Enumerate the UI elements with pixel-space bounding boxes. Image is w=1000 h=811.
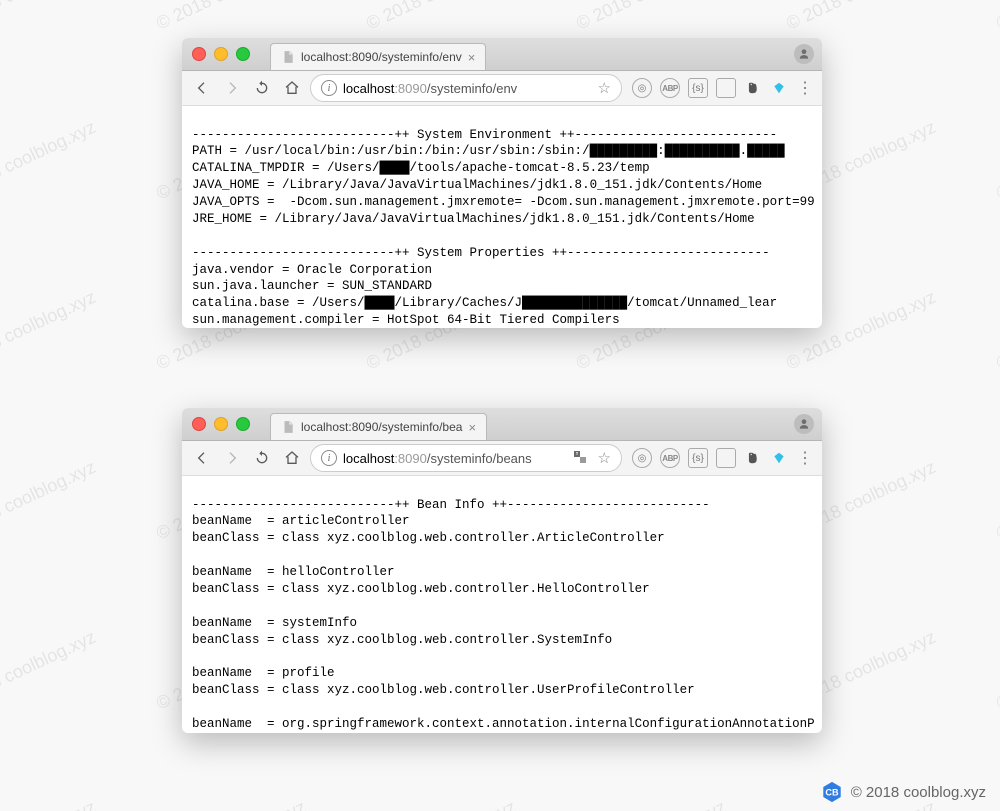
close-window-button[interactable] <box>192 47 206 61</box>
extension-icon[interactable]: ◎ <box>632 448 652 468</box>
adblock-icon[interactable]: ABP <box>660 448 680 468</box>
address-bar[interactable]: i localhost:8090/systeminfo/beans ☆ <box>310 444 622 472</box>
site-info-icon[interactable]: i <box>321 80 337 96</box>
evernote-icon[interactable] <box>744 79 762 97</box>
extension-icon[interactable] <box>770 79 788 97</box>
reload-button[interactable] <box>250 76 274 100</box>
back-button[interactable] <box>190 76 214 100</box>
minimize-window-button[interactable] <box>214 47 228 61</box>
person-icon <box>797 417 811 431</box>
browser-window-beans: localhost:8090/systeminfo/bea × i localh… <box>182 408 822 733</box>
home-button[interactable] <box>280 446 304 470</box>
footer-text: © 2018 coolblog.xyz <box>851 784 986 801</box>
footer: CB © 2018 coolblog.xyz <box>821 781 986 803</box>
document-icon <box>281 420 295 434</box>
browser-tab[interactable]: localhost:8090/systeminfo/bea × <box>270 413 487 440</box>
menu-icon[interactable]: ⋮ <box>796 79 814 97</box>
document-icon <box>281 50 295 64</box>
coolblog-badge-icon: CB <box>821 781 843 803</box>
forward-button[interactable] <box>220 76 244 100</box>
browser-window-env: localhost:8090/systeminfo/env × i localh… <box>182 38 822 328</box>
tab-bar: localhost:8090/systeminfo/env × <box>182 38 822 71</box>
browser-tab[interactable]: localhost:8090/systeminfo/env × <box>270 43 486 70</box>
person-icon <box>797 47 811 61</box>
translate-icon[interactable] <box>572 449 588 468</box>
close-window-button[interactable] <box>192 417 206 431</box>
tab-bar: localhost:8090/systeminfo/bea × <box>182 408 822 441</box>
address-bar[interactable]: i localhost:8090/systeminfo/env ☆ <box>310 74 622 102</box>
evernote-icon[interactable] <box>744 449 762 467</box>
close-tab-icon[interactable]: × <box>468 420 476 435</box>
forward-button[interactable] <box>220 446 244 470</box>
maximize-window-button[interactable] <box>236 417 250 431</box>
reload-button[interactable] <box>250 446 274 470</box>
profile-avatar-button[interactable] <box>794 44 814 64</box>
extension-icon[interactable] <box>716 448 736 468</box>
toolbar: i localhost:8090/systeminfo/beans ☆ ◎ AB… <box>182 441 822 476</box>
extension-icon[interactable]: {s} <box>688 448 708 468</box>
menu-icon[interactable]: ⋮ <box>796 449 814 467</box>
bookmark-star-icon[interactable]: ☆ <box>598 79 611 97</box>
close-tab-icon[interactable]: × <box>468 50 476 65</box>
site-info-icon[interactable]: i <box>321 450 337 466</box>
minimize-window-button[interactable] <box>214 417 228 431</box>
extensions: ◎ ABP {s} ⋮ <box>628 78 814 98</box>
toolbar: i localhost:8090/systeminfo/env ☆ ◎ ABP … <box>182 71 822 106</box>
window-controls <box>182 38 260 70</box>
profile-avatar-button[interactable] <box>794 414 814 434</box>
extension-icon[interactable] <box>770 449 788 467</box>
extension-icon[interactable]: ◎ <box>632 78 652 98</box>
home-button[interactable] <box>280 76 304 100</box>
extension-icon[interactable] <box>716 78 736 98</box>
page-content: ---------------------------++ Bean Info … <box>182 489 822 734</box>
svg-text:CB: CB <box>825 788 839 798</box>
bookmark-star-icon[interactable]: ☆ <box>598 449 611 467</box>
page-content: ---------------------------++ System Env… <box>182 119 822 329</box>
url-text: localhost:8090/systeminfo/env <box>343 81 517 96</box>
window-controls <box>182 408 260 440</box>
extension-icon[interactable]: {s} <box>688 78 708 98</box>
back-button[interactable] <box>190 446 214 470</box>
maximize-window-button[interactable] <box>236 47 250 61</box>
url-text: localhost:8090/systeminfo/beans <box>343 451 532 466</box>
adblock-icon[interactable]: ABP <box>660 78 680 98</box>
extensions: ◎ ABP {s} ⋮ <box>628 448 814 468</box>
tab-title: localhost:8090/systeminfo/bea <box>301 420 462 434</box>
tab-title: localhost:8090/systeminfo/env <box>301 50 462 64</box>
